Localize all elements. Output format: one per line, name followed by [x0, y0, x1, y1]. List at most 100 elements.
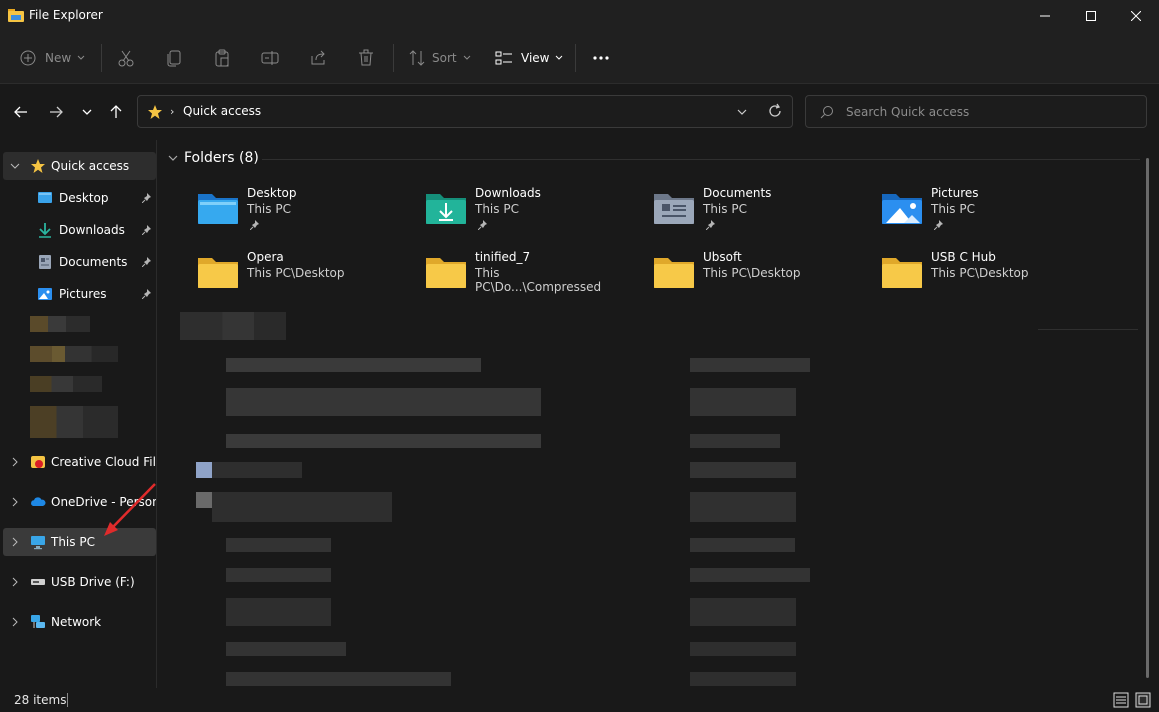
folder-tile-opera[interactable]: Opera This PC\Desktop: [158, 248, 386, 308]
more-icon: [593, 56, 609, 60]
pin-icon: [934, 220, 943, 230]
sidebar-item-desktop[interactable]: Desktop: [3, 184, 156, 212]
pin-icon: [142, 289, 151, 299]
folder-tile-tinified[interactable]: tinified_7 This PC\Do...\Compressed: [386, 248, 614, 308]
obscured-file-row: [690, 358, 810, 372]
folder-tile-desktop[interactable]: Desktop This PC: [158, 184, 386, 244]
folder-name: Downloads: [475, 186, 541, 200]
item-count: 28 items: [14, 693, 67, 707]
share-icon: [311, 50, 325, 65]
chevron-right-icon: [12, 577, 18, 587]
folder-path: This PC\Desktop: [247, 266, 345, 280]
obscured-file-row: [690, 492, 796, 522]
folder-tile-downloads[interactable]: Downloads This PC: [386, 184, 614, 244]
sidebar-item-usb-drive[interactable]: USB Drive (F:): [3, 568, 156, 596]
annotation-arrow-icon: [104, 483, 156, 536]
obscured-sidebar-item: [30, 346, 118, 362]
toolbar-divider: [575, 44, 576, 72]
folder-name: Ubsoft: [703, 250, 742, 264]
new-button[interactable]: New: [20, 46, 86, 70]
vertical-scrollbar[interactable]: [1146, 158, 1149, 678]
toolbar-divider: [101, 44, 102, 72]
folder-path: This PC: [931, 202, 975, 216]
folder-name: Documents: [703, 186, 772, 200]
folder-tile-usb-c-hub[interactable]: USB C Hub This PC\Desktop: [842, 248, 1070, 308]
back-button[interactable]: [9, 100, 33, 124]
sidebar-label: Creative Cloud Files: [51, 455, 156, 469]
paste-button[interactable]: [213, 46, 231, 70]
close-button[interactable]: [1113, 0, 1159, 32]
sidebar-label: Desktop: [59, 191, 109, 205]
obscured-file-row: [690, 538, 795, 552]
forward-button[interactable]: [44, 100, 68, 124]
search-box[interactable]: Search Quick access: [805, 95, 1147, 128]
obscured-file-row: [690, 388, 796, 416]
rename-button[interactable]: [261, 46, 279, 70]
folder-tile-ubsoft[interactable]: Ubsoft This PC\Desktop: [614, 248, 842, 308]
maximize-button[interactable]: [1068, 0, 1114, 32]
folder-path: This PC\Do...\Compressed: [475, 266, 602, 294]
sidebar-label: Network: [51, 615, 102, 629]
sidebar-item-network[interactable]: Network: [3, 608, 156, 636]
network-icon: [31, 615, 45, 628]
sidebar-item-downloads[interactable]: Downloads: [3, 216, 156, 244]
file-list-pane: Folders (8) Desktop This PC Downloads Th…: [158, 140, 1159, 688]
group-divider: [262, 159, 1140, 160]
sort-label: Sort: [432, 51, 457, 65]
pictures-icon: [38, 288, 52, 300]
folder-tile-pictures[interactable]: Pictures This PC: [842, 184, 1070, 244]
sidebar-item-documents[interactable]: Documents: [3, 248, 156, 276]
breadcrumb-chevron-icon[interactable]: ›: [170, 105, 174, 118]
chevron-right-icon: [12, 537, 18, 547]
cut-button[interactable]: [117, 46, 135, 70]
folder-path: This PC: [703, 202, 747, 216]
sidebar-item-creative-cloud[interactable]: Creative Cloud Files: [3, 448, 156, 476]
command-bar: New Sort View: [0, 32, 1159, 84]
view-button[interactable]: View: [495, 46, 564, 70]
copy-button[interactable]: [165, 46, 183, 70]
sidebar-item-quick-access[interactable]: Quick access: [3, 152, 156, 180]
view-list-icon: [495, 51, 512, 65]
sidebar-label: Downloads: [59, 223, 125, 237]
sort-icon: [409, 50, 425, 66]
up-button[interactable]: [104, 100, 128, 124]
folder-tile-documents[interactable]: Documents This PC: [614, 184, 842, 244]
group-divider: [1038, 329, 1138, 330]
address-bar[interactable]: › Quick access: [137, 95, 793, 128]
folders-group-header[interactable]: Folders (8): [167, 150, 259, 166]
folder-path: This PC\Desktop: [703, 266, 801, 280]
minimize-button[interactable]: [1022, 0, 1068, 32]
share-button[interactable]: [309, 46, 327, 70]
chevron-down-icon: [10, 163, 20, 169]
see-more-button[interactable]: [592, 46, 610, 70]
downloads-folder-icon: [426, 194, 466, 224]
pictures-folder-icon: [882, 194, 922, 224]
chevron-right-icon: [12, 617, 18, 627]
obscured-file-row: [226, 358, 481, 372]
rename-icon: [261, 51, 279, 65]
arrow-left-icon: [14, 106, 27, 118]
chevron-down-icon[interactable]: [736, 106, 748, 118]
breadcrumb-quick-access[interactable]: Quick access: [183, 104, 261, 118]
new-label: New: [45, 51, 72, 65]
obscured-file-row: [690, 462, 796, 478]
desktop-folder-icon: [198, 194, 238, 224]
arrow-up-icon: [110, 105, 122, 118]
search-placeholder: Search Quick access: [846, 105, 970, 119]
details-view-icon[interactable]: [1113, 692, 1129, 708]
trash-icon: [359, 49, 373, 66]
folders-header-label: Folders (8): [184, 150, 259, 166]
window-title: File Explorer: [29, 8, 103, 22]
copy-icon: [167, 50, 181, 67]
sidebar-item-pictures[interactable]: Pictures: [3, 280, 156, 308]
pin-icon: [706, 220, 715, 230]
delete-button[interactable]: [357, 46, 375, 70]
chevron-down-icon: [556, 55, 563, 60]
sort-button[interactable]: Sort: [408, 46, 472, 70]
obscured-file-row: [690, 434, 780, 448]
recent-locations-button[interactable]: [75, 100, 99, 124]
refresh-icon[interactable]: [767, 103, 783, 119]
tiles-view-icon[interactable]: [1135, 692, 1151, 708]
chevron-right-icon: [12, 457, 18, 467]
minimize-icon: [1040, 15, 1050, 17]
